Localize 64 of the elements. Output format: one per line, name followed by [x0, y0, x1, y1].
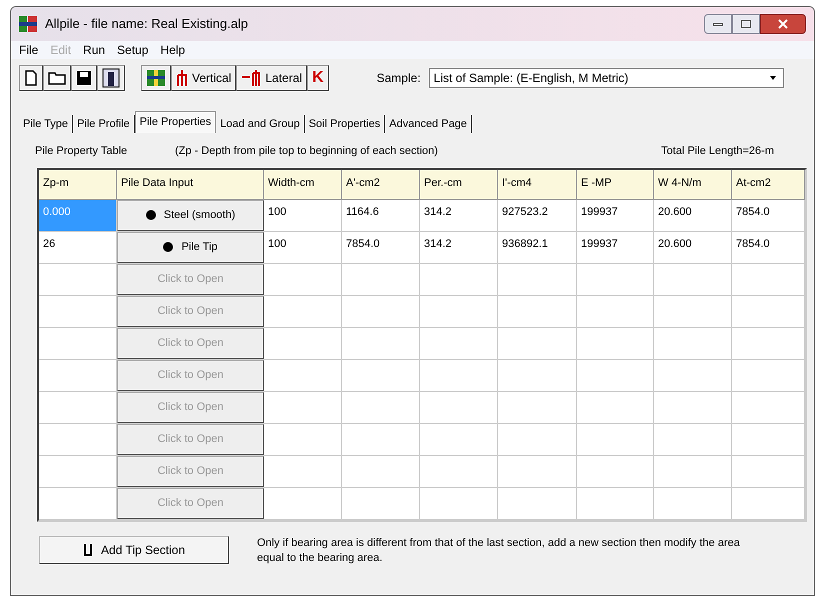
- table-cell: 199937: [577, 200, 654, 230]
- table-cell: 314.2: [420, 200, 498, 230]
- tab[interactable]: Pile Type: [19, 115, 74, 133]
- tab[interactable]: Soil Properties: [304, 115, 386, 133]
- sample-dropdown[interactable]: List of Sample: (E-English, M Metric): [428, 68, 784, 88]
- tip-section-hint: Only if bearing area is different from that of the last section, add a new section then modify the area equal to the bearing area.: [257, 536, 741, 566]
- pile-lateral-icon: [241, 69, 262, 87]
- column-header: E -MP: [577, 170, 654, 198]
- k-button[interactable]: K: [307, 65, 329, 91]
- pile-data-button[interactable]: Steel (smooth): [117, 200, 264, 230]
- close-icon: [778, 19, 788, 29]
- tab[interactable]: Advanced Page: [385, 115, 472, 133]
- minimize-button[interactable]: [704, 14, 732, 34]
- sample-label: Sample:: [376, 70, 421, 87]
- open-button[interactable]: [43, 65, 71, 91]
- table-cell: 20.600: [654, 232, 732, 262]
- column-header: A'-cm2: [342, 170, 420, 198]
- close-button[interactable]: [760, 14, 806, 34]
- grid-button[interactable]: [141, 65, 171, 91]
- table-cell: 936892.1: [498, 232, 577, 262]
- new-file-icon: [24, 70, 38, 86]
- column-header: Per.-cm: [420, 170, 498, 198]
- pile-button[interactable]: [97, 65, 125, 91]
- maximize-button[interactable]: [732, 14, 760, 34]
- column-header: I'-cm4: [498, 170, 577, 198]
- table-cell: 199937: [577, 232, 654, 262]
- app-icon: [19, 16, 37, 32]
- add-tip-section-button[interactable]: Add Tip Section: [39, 536, 229, 564]
- column-header: Pile Data Input: [117, 170, 264, 198]
- table-cell: 1164.6: [342, 200, 420, 230]
- layers-icon: [146, 69, 166, 87]
- table-cell: 100: [264, 232, 342, 262]
- pile-tip-icon: [82, 542, 93, 556]
- tab[interactable]: Load and Group: [216, 115, 305, 133]
- window-title: Allpile - file name: Real Existing.alp: [45, 15, 248, 34]
- total-pile-length: Total Pile Length=26-m: [661, 144, 774, 159]
- table-title: Pile Property Table: [35, 144, 128, 159]
- table-cell: 100: [264, 200, 342, 230]
- column-header: W 4-N/m: [654, 170, 732, 198]
- table-cell: 927523.2: [498, 200, 577, 230]
- bullet-icon: [163, 242, 174, 252]
- menu-item[interactable]: Setup: [117, 41, 148, 59]
- folder-icon: [48, 71, 66, 85]
- tab[interactable]: Pile Properties: [134, 111, 216, 133]
- menu-item[interactable]: Help: [160, 41, 186, 59]
- table-cell: 314.2: [420, 232, 498, 262]
- column-header: Width-cm: [264, 170, 342, 198]
- pile-vertical-icon: [176, 69, 188, 87]
- save-button[interactable]: [71, 65, 97, 91]
- bullet-icon: [146, 210, 156, 220]
- column-header: At-cm2: [732, 170, 805, 198]
- table-cell: 7854.0: [342, 232, 420, 262]
- table-note: (Zp - Depth from pile top to beginning of each section): [175, 144, 438, 159]
- lateral-button[interactable]: Lateral: [236, 65, 308, 91]
- pile-icon: [102, 68, 120, 88]
- vertical-button[interactable]: Vertical: [171, 65, 236, 91]
- menu-item[interactable]: File: [19, 41, 38, 59]
- menu-item[interactable]: Run: [83, 41, 106, 59]
- table-cell: 20.600: [654, 200, 732, 230]
- table-cell: 7854.0: [732, 232, 805, 262]
- pile-data-button[interactable]: Pile Tip: [117, 232, 264, 262]
- table-cell: 7854.0: [732, 200, 805, 230]
- column-header: Zp-m: [39, 170, 117, 198]
- new-button[interactable]: [19, 65, 43, 91]
